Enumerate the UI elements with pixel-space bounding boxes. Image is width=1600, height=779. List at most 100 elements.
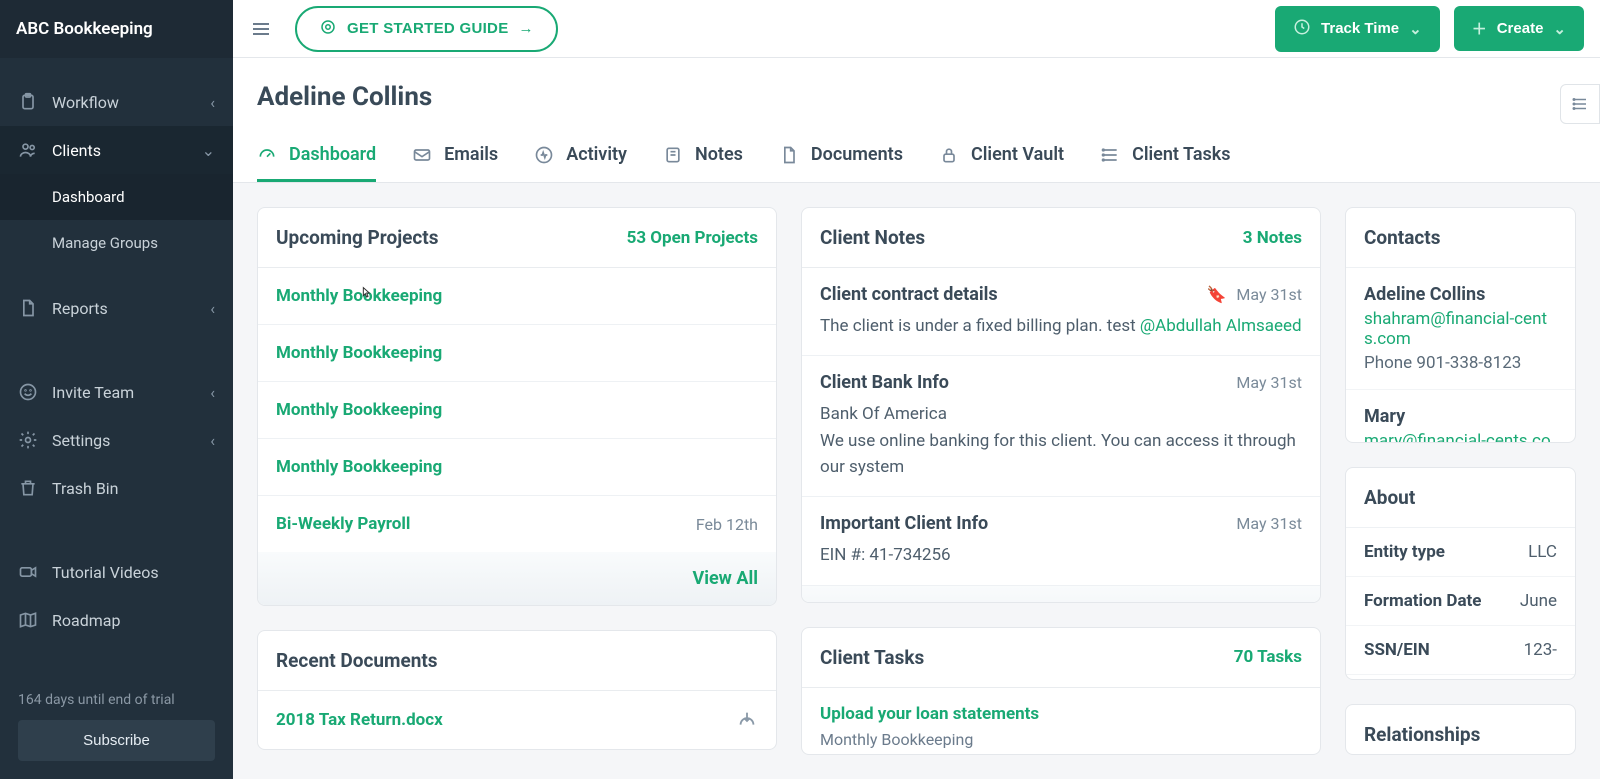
document-icon	[18, 298, 38, 318]
tasks-count-link[interactable]: 70 Tasks	[1234, 647, 1302, 667]
content-area: Upcoming Projects 53 Open Projects Month…	[233, 183, 1600, 779]
bookmark-icon: 🔖	[1207, 285, 1227, 304]
tab-label: Client Tasks	[1132, 144, 1230, 165]
project-row[interactable]: Monthly Bookkeeping	[258, 382, 776, 439]
file-icon	[779, 145, 799, 165]
document-row[interactable]: 2018 Tax Return.docx	[258, 691, 776, 749]
tab-activity[interactable]: Activity	[534, 130, 627, 182]
project-row[interactable]: Monthly Bookkeeping	[258, 268, 776, 325]
client-header: Adeline Collins Dashboard Emails Activit…	[233, 58, 1600, 183]
about-val: 123-	[1524, 640, 1557, 660]
create-button[interactable]: ＋ Create ⌄	[1454, 6, 1584, 51]
sidebar-item-label: Invite Team	[52, 383, 210, 402]
trial-box: 164 days until end of trial Subscribe	[0, 692, 233, 779]
project-date: Feb 12th	[696, 515, 758, 534]
sidebar-item-invite-team[interactable]: Invite Team ‹	[0, 368, 233, 416]
about-val: LLC	[1528, 542, 1557, 562]
sidebar-item-settings[interactable]: Settings ‹	[0, 416, 233, 464]
tab-notes[interactable]: Notes	[663, 130, 743, 182]
about-row: Marketing Source Refe	[1346, 675, 1575, 680]
topbar: GET STARTED GUIDE → Track Time ⌄ ＋ Creat…	[233, 0, 1600, 58]
sidebar-item-label: Dashboard	[52, 188, 125, 206]
task-row[interactable]: Upload your loan statements Monthly Book…	[802, 688, 1320, 755]
about-key: Formation Date	[1364, 591, 1481, 611]
note-date: May 31st	[1236, 373, 1302, 392]
sidebar-item-workflow[interactable]: Workflow ‹	[0, 78, 233, 126]
project-title: Monthly Bookkeeping	[276, 343, 442, 363]
sidebar-item-reports[interactable]: Reports ‹	[0, 284, 233, 332]
download-icon[interactable]	[736, 709, 758, 731]
tasks-icon	[1100, 145, 1120, 165]
note-item[interactable]: Client Bank Info May 31st Bank Of Americ…	[802, 356, 1320, 497]
track-time-label: Track Time	[1321, 20, 1399, 37]
open-projects-link[interactable]: 53 Open Projects	[627, 228, 758, 248]
contact-phone: Phone 901-338-8123	[1364, 353, 1557, 373]
create-label: Create	[1497, 20, 1544, 37]
chevron-down-icon: ⌄	[1409, 20, 1422, 38]
sidebar-item-trash[interactable]: Trash Bin	[0, 464, 233, 512]
tab-client-vault[interactable]: Client Vault	[939, 130, 1064, 182]
note-title: Important Client Info	[820, 513, 988, 534]
client-tasks-card: Client Tasks 70 Tasks Upload your loan s…	[801, 627, 1321, 755]
tab-client-tasks[interactable]: Client Tasks	[1100, 130, 1230, 182]
note-item[interactable]: Client contract details 🔖 May 31st The c…	[802, 268, 1320, 356]
about-val: June	[1520, 591, 1557, 611]
trial-text: 164 days until end of trial	[18, 692, 215, 708]
about-row: SSN/EIN 123-	[1346, 626, 1575, 675]
chevron-left-icon: ‹	[210, 299, 215, 318]
contact-email[interactable]: mary@financial-cents.com	[1364, 431, 1557, 443]
video-icon	[18, 562, 38, 582]
note-date: 🔖 May 31st	[1207, 285, 1303, 304]
card-title: Client Tasks	[820, 646, 924, 669]
sidebar-nav: Workflow ‹ Clients ⌄ Dashboard Manage Gr…	[0, 58, 233, 692]
project-title: Monthly Bookkeeping	[276, 457, 442, 477]
about-card: About Entity type LLC Formation Date Jun…	[1345, 467, 1576, 680]
about-row: Formation Date June	[1346, 577, 1575, 626]
view-all-link[interactable]: View All	[692, 568, 758, 589]
note-title: Client contract details	[820, 284, 998, 305]
contact-email[interactable]: shahram@financial-cents.com	[1364, 309, 1557, 349]
tab-emails[interactable]: Emails	[412, 130, 498, 182]
tab-label: Activity	[566, 144, 627, 165]
sidebar-item-dashboard[interactable]: Dashboard	[0, 174, 233, 220]
project-row[interactable]: Bi-Weekly Payroll Feb 12th	[258, 496, 776, 552]
sidebar-item-manage-groups[interactable]: Manage Groups	[0, 220, 233, 266]
note-icon	[663, 145, 683, 165]
sidebar: ABC Bookkeeping Workflow ‹ Clients ⌄ Das…	[0, 0, 233, 779]
tab-documents[interactable]: Documents	[779, 130, 903, 182]
track-time-button[interactable]: Track Time ⌄	[1275, 6, 1440, 52]
contact-item[interactable]: Adeline Collins shahram@financial-cents.…	[1346, 268, 1575, 390]
activity-icon	[534, 145, 554, 165]
contact-name: Mary	[1364, 406, 1557, 427]
contact-name: Adeline Collins	[1364, 284, 1557, 305]
sidebar-item-roadmap[interactable]: Roadmap	[0, 596, 233, 644]
card-title: About	[1346, 468, 1575, 528]
subscribe-button[interactable]: Subscribe	[18, 720, 215, 761]
contacts-card: Contacts Adeline Collins shahram@financi…	[1345, 207, 1576, 443]
document-title: 2018 Tax Return.docx	[276, 710, 443, 730]
plus-icon: ＋	[1472, 18, 1487, 39]
view-all-link[interactable]: View All	[1236, 602, 1302, 603]
notes-count-link[interactable]: 3 Notes	[1243, 228, 1302, 248]
project-row[interactable]: Monthly Bookkeeping	[258, 439, 776, 496]
tab-label: Dashboard	[289, 144, 376, 165]
mention-link[interactable]: @Abdullah Almsaeed	[1140, 316, 1302, 336]
note-body: Bank Of America We use online banking fo…	[820, 401, 1302, 480]
card-title: Contacts	[1346, 208, 1575, 268]
hamburger-icon[interactable]	[249, 17, 273, 41]
get-started-button[interactable]: GET STARTED GUIDE →	[295, 6, 558, 52]
tab-dashboard[interactable]: Dashboard	[257, 130, 376, 182]
project-title: Bi-Weekly Payroll	[276, 514, 410, 534]
recent-documents-card: Recent Documents 2018 Tax Return.docx	[257, 630, 777, 750]
contact-item[interactable]: Mary mary@financial-cents.com	[1346, 390, 1575, 443]
map-icon	[18, 610, 38, 630]
note-item[interactable]: Important Client Info May 31st EIN #: 41…	[802, 497, 1320, 585]
list-toggle-button[interactable]	[1560, 84, 1600, 124]
note-title: Client Bank Info	[820, 372, 949, 393]
trash-icon	[18, 478, 38, 498]
sidebar-item-tutorials[interactable]: Tutorial Videos	[0, 548, 233, 596]
sidebar-item-clients[interactable]: Clients ⌄	[0, 126, 233, 174]
client-tabs: Dashboard Emails Activity Notes Document…	[257, 130, 1576, 182]
project-row[interactable]: Monthly Bookkeeping	[258, 325, 776, 382]
mail-icon	[412, 145, 432, 165]
